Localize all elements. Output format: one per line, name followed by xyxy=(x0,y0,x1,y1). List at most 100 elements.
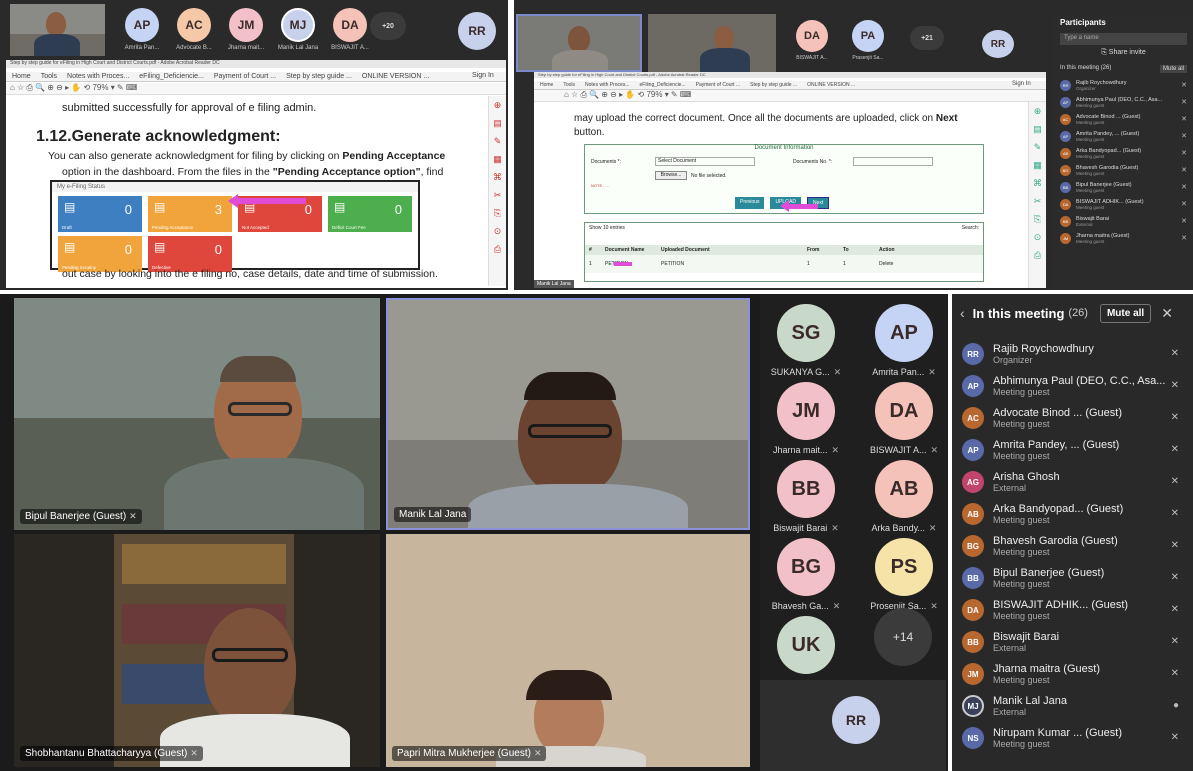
doc-no-input[interactable] xyxy=(853,157,933,166)
participant-row[interactable]: RR Rajib Roychowdhury Organizer ✕ xyxy=(952,338,1193,370)
grid-participant[interactable]: BG Bhavesh Ga... ✕ xyxy=(766,538,846,612)
participant-row[interactable]: AB Arka Bandyopad... (Guest) Meeting guest… xyxy=(952,498,1193,530)
grid-participant[interactable]: PS Prosenjit Sa... ✕ xyxy=(864,538,944,612)
participant-role: Meeting guest xyxy=(993,451,1050,461)
mic-muted-icon[interactable]: ✕ xyxy=(1171,540,1179,551)
avatar-initials: AP xyxy=(125,8,159,42)
grid-participant[interactable]: DA BISWAJIT A... ✕ xyxy=(864,382,944,456)
browser-tab[interactable]: Home xyxy=(12,73,31,80)
participant-row[interactable]: AC Advocate Binod ... (Guest) Meeting gues… xyxy=(1054,111,1193,128)
avatar-initials: AB xyxy=(875,460,933,518)
mic-muted-icon[interactable]: ✕ xyxy=(1171,476,1179,487)
participant-row[interactable]: DA BISWAJIT ADHIK... (Guest) Meeting guest… xyxy=(1054,196,1193,213)
mute-all-button[interactable]: Mute all xyxy=(1099,303,1152,323)
participant-role: Meeting guest xyxy=(993,515,1050,525)
browser-tab[interactable]: Notes with Proces... xyxy=(585,82,629,88)
browser-tab[interactable]: Home xyxy=(540,82,553,88)
mic-muted-icon[interactable]: ✕ xyxy=(1171,732,1179,743)
participant-row[interactable]: BB Biswajit Barai External ✕ xyxy=(952,626,1193,658)
participant-row[interactable]: RR Rajib Roychowdhury Organizer ✕ xyxy=(1054,77,1193,94)
participant-row[interactable]: NS Nirupam Kumar ... (Guest) Meeting guest… xyxy=(952,722,1193,754)
grid-avatar-label: Arka Bandy... ✕ xyxy=(872,523,937,534)
browser-tab[interactable]: Step by step guide ... xyxy=(750,82,797,88)
grid-participant[interactable]: JM Jharna mait... ✕ xyxy=(766,382,846,456)
browser-tab[interactable]: ONLINE VERSION ... xyxy=(807,82,855,88)
in-meeting-panel: ‹ In this meeting (26) Mute all ✕ RR Raji… xyxy=(952,294,1193,771)
share-invite-button[interactable]: ⎘ Share invite xyxy=(1054,49,1193,57)
sign-in-link[interactable]: Sign In xyxy=(472,72,494,79)
participant-row[interactable]: DA BISWAJIT ADHIK... (Guest) Meeting guest… xyxy=(952,594,1193,626)
documents-select[interactable]: Select Document xyxy=(655,157,755,166)
participant-row[interactable]: AB Arka Bandyopad... (Guest) Meeting guest… xyxy=(1054,145,1193,162)
participant-row[interactable]: BG Bhavesh Garodia (Guest) Meeting guest ✕ xyxy=(1054,162,1193,179)
participant-row[interactable]: AP Amrita Pandey, ... (Guest) Meeting gues… xyxy=(1054,128,1193,145)
participant-row[interactable]: AP Abhimunya Paul (DEO, C.C., Asa... Meeti… xyxy=(1054,94,1193,111)
browser-tab[interactable]: Payment of Court ... xyxy=(696,82,740,88)
doc-paragraph-2: option in the dashboard. From the files … xyxy=(62,166,444,178)
note-text: NOTE : ... xyxy=(591,183,609,188)
mic-muted-icon[interactable]: ✕ xyxy=(1171,604,1179,615)
avatar-initials: MJ xyxy=(281,8,315,42)
video-tile-manik[interactable]: Manik Lal Jana xyxy=(386,298,750,530)
avatar-initials: BB xyxy=(777,460,835,518)
mic-muted-icon: ✕ xyxy=(1181,116,1187,123)
participant-row[interactable]: AP Abhimunya Paul (DEO, C.C., Asa... Meeti… xyxy=(952,370,1193,402)
more-participants-badge[interactable]: +21 xyxy=(910,26,944,50)
participant-row[interactable]: BG Bhavesh Garodia (Guest) Meeting guest ✕ xyxy=(952,530,1193,562)
more-participants-badge[interactable]: +20 xyxy=(370,12,406,40)
mic-muted-icon[interactable]: ✕ xyxy=(1171,380,1179,391)
video-tile-papri[interactable]: Papri Mitra Mukherjee (Guest) ✕ xyxy=(386,534,750,767)
browser-tab[interactable]: Payment of Court ... xyxy=(214,73,276,80)
back-chevron-icon[interactable]: ‹ xyxy=(960,305,965,321)
participants-search[interactable]: Type a name xyxy=(1060,33,1187,45)
participant-avatar: AP xyxy=(1060,97,1071,108)
participant-row[interactable]: BB Bipul Banerjee (Guest) Meeting guest ✕ xyxy=(952,562,1193,594)
browser-tab[interactable]: ONLINE VERSION ... xyxy=(362,73,429,80)
participant-row[interactable]: JM Jharna maitra (Guest) Meeting guest ✕ xyxy=(1054,230,1193,247)
participant-text: Advocate Binod ... (Guest) Meeting guest xyxy=(1076,114,1176,125)
participant-role: External xyxy=(993,707,1027,717)
more-participants-badge[interactable]: +14 xyxy=(874,608,932,666)
grid-avatar-label: BISWAJIT A... ✕ xyxy=(870,445,938,456)
participant-row[interactable]: BB Bipul Banerjee (Guest) Meeting guest ✕ xyxy=(1054,179,1193,196)
grid-participant[interactable]: UKUttam Koie...✕ xyxy=(766,616,846,690)
participant-avatar: AC xyxy=(1060,114,1071,125)
browser-tab[interactable]: Notes with Proces... xyxy=(67,73,129,80)
grid-participant[interactable]: AP Amrita Pan... ✕ xyxy=(864,304,944,378)
sign-in-link[interactable]: Sign In xyxy=(1012,81,1031,87)
browse-button[interactable]: Browse... xyxy=(655,171,687,180)
close-icon[interactable]: ✕ xyxy=(1161,305,1173,322)
browser-tab[interactable]: eFiling_Deficiencie... xyxy=(640,82,686,88)
mic-muted-icon[interactable]: ✕ xyxy=(1171,668,1179,679)
mic-muted-icon[interactable]: ✕ xyxy=(1171,412,1179,423)
participant-row[interactable]: AP Amrita Pandey, ... (Guest) Meeting gues… xyxy=(952,434,1193,466)
browser-tab[interactable]: Tools xyxy=(563,82,575,88)
browser-tab[interactable]: Tools xyxy=(41,73,57,80)
participant-row[interactable]: MJ Manik Lal Jana External ● xyxy=(952,690,1193,722)
grid-participant[interactable]: AB Arka Bandy... ✕ xyxy=(864,460,944,534)
participant-text: Abhimunya Paul (DEO, C.C., Asa... Meeting… xyxy=(1076,97,1176,108)
video-tile-shobhantanu[interactable]: Shobhantanu Bhattacharyya (Guest) ✕ xyxy=(14,534,380,767)
mic-muted-icon[interactable]: ✕ xyxy=(1171,444,1179,455)
participant-row[interactable]: JM Jharna maitra (Guest) Meeting guest ✕ xyxy=(952,658,1193,690)
table-cell: 1 xyxy=(843,261,846,267)
mic-muted-icon[interactable]: ✕ xyxy=(1171,348,1179,359)
participant-row[interactable]: AC Advocate Binod ... (Guest) Meeting gues… xyxy=(952,402,1193,434)
form-button-previous[interactable]: Previous xyxy=(735,197,765,209)
grid-participant[interactable]: BB Biswajit Barai ✕ xyxy=(766,460,846,534)
participant-row[interactable]: AG Arisha Ghosh External ✕ xyxy=(952,466,1193,498)
mic-muted-icon[interactable]: ✕ xyxy=(1171,508,1179,519)
table-cell[interactable]: Delete xyxy=(879,261,909,267)
mute-all-button[interactable]: Mute all xyxy=(1159,65,1187,73)
participant-role: Meeting guest xyxy=(993,547,1050,557)
mic-muted-icon[interactable]: ✕ xyxy=(1171,572,1179,583)
top-left-screenshare: AP Amrita Pan... AC Advocate B... JM Jharna m… xyxy=(0,0,508,290)
video-tile-bipul[interactable]: Bipul Banerjee (Guest) ✕ xyxy=(14,298,380,530)
mic-muted-icon[interactable]: ✕ xyxy=(1171,636,1179,647)
mic-icon[interactable]: ● xyxy=(1173,700,1179,711)
browser-tab[interactable]: eFiling_Deficiencie... xyxy=(139,73,204,80)
grid-participant[interactable]: SG SUKANYA G... ✕ xyxy=(766,304,846,378)
participant-name: Amrita Pandey, ... (Guest) xyxy=(993,439,1120,451)
browser-tab[interactable]: Step by step guide ... xyxy=(286,73,352,80)
participant-row[interactable]: BB Biswajit Barai External ✕ xyxy=(1054,213,1193,230)
